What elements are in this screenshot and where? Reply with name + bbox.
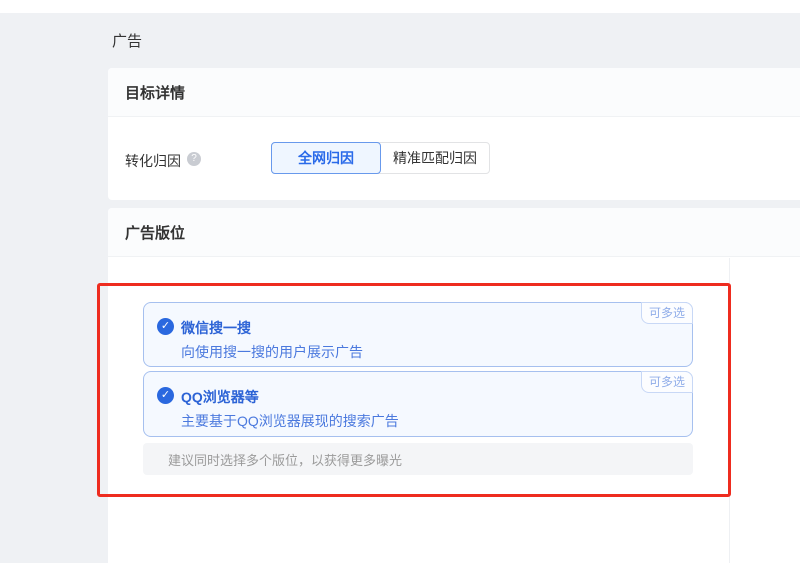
help-icon[interactable]: ?	[187, 152, 201, 166]
check-circle-icon: ✓	[157, 318, 174, 335]
placement-hint: 建议同时选择多个版位，以获得更多曝光	[143, 443, 693, 475]
multi-select-badge: 可多选	[641, 371, 693, 393]
target-details-card: 目标详情 转化归因 ? 全网归因 精准匹配归因	[108, 68, 800, 200]
content-preview-divider	[729, 258, 730, 563]
tab-full-network-attribution[interactable]: 全网归因	[271, 142, 381, 174]
attribution-tab-group: 全网归因 精准匹配归因	[271, 142, 490, 174]
tab-exact-match-attribution[interactable]: 精准匹配归因	[381, 143, 489, 173]
target-details-heading: 目标详情	[125, 82, 185, 103]
top-bar-remnant	[0, 0, 800, 13]
ad-placement-header: 广告版位	[108, 208, 800, 257]
placement-title: 微信搜一搜	[181, 318, 251, 338]
ad-placement-card: 广告版位 ✓ 微信搜一搜 向使用搜一搜的用户展示广告 可多选 ✓ QQ浏览器等 …	[108, 208, 800, 563]
placement-hint-text: 建议同时选择多个版位，以获得更多曝光	[168, 450, 402, 469]
placement-description: 主要基于QQ浏览器展现的搜索广告	[181, 411, 399, 431]
placement-description: 向使用搜一搜的用户展示广告	[181, 342, 363, 362]
page-title: 广告	[112, 30, 142, 51]
ad-placement-heading: 广告版位	[125, 222, 185, 243]
placement-title: QQ浏览器等	[181, 387, 259, 407]
check-circle-icon: ✓	[157, 387, 174, 404]
placement-option-qq-browser[interactable]: ✓ QQ浏览器等 主要基于QQ浏览器展现的搜索广告 可多选	[143, 371, 693, 437]
multi-select-badge: 可多选	[641, 302, 693, 324]
placement-option-wechat-search[interactable]: ✓ 微信搜一搜 向使用搜一搜的用户展示广告 可多选	[143, 302, 693, 367]
target-details-header: 目标详情	[108, 68, 800, 117]
conversion-attribution-label: 转化归因	[125, 151, 181, 171]
